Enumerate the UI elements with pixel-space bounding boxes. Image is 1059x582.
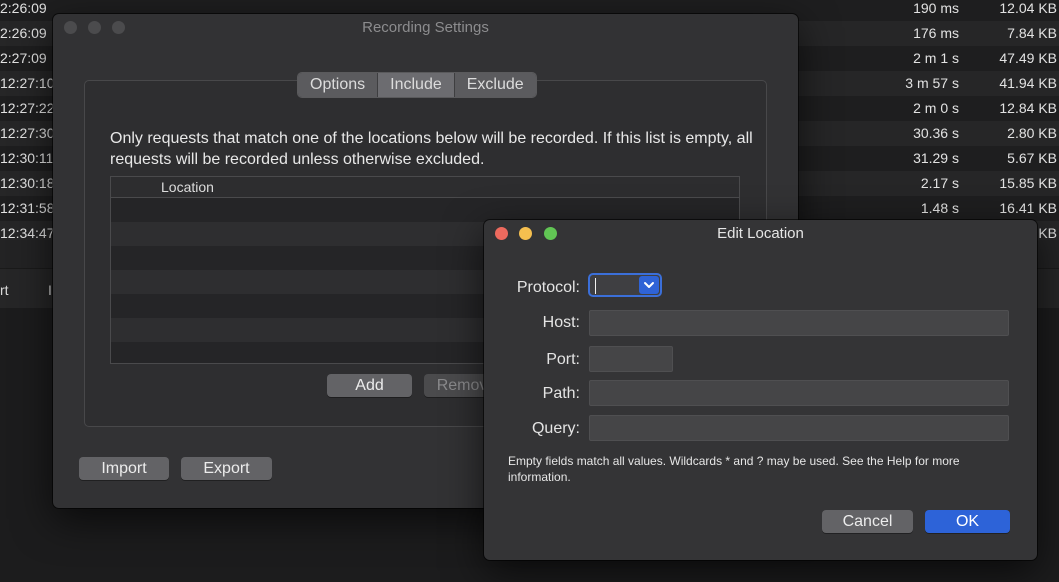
path-label: Path: — [542, 385, 580, 402]
tab-include[interactable]: Include — [377, 73, 454, 97]
request-time: 2:26:09 — [0, 0, 47, 16]
table-row[interactable] — [111, 198, 739, 222]
request-duration: 2.17 s — [920, 175, 959, 191]
request-time: 12:30:18 — [0, 175, 55, 191]
request-size: 12.84 KB — [999, 100, 1057, 116]
request-size: 5.67 KB — [1007, 150, 1057, 166]
chevron-down-icon — [644, 282, 654, 288]
title-bar: Edit Location — [484, 220, 1037, 248]
window-title: Edit Location — [717, 225, 804, 242]
request-time: 12:30:11 — [0, 150, 54, 166]
add-button[interactable]: Add — [327, 374, 412, 397]
chevron-down-icon[interactable] — [639, 276, 659, 294]
request-size: 16.41 KB — [999, 200, 1057, 216]
request-duration: 30.36 s — [913, 125, 959, 141]
query-field[interactable] — [589, 415, 1009, 441]
table-header: Location — [111, 177, 739, 198]
request-duration: 176 ms — [913, 25, 959, 41]
request-duration: 190 ms — [913, 0, 959, 16]
request-duration: 2 m 1 s — [913, 50, 959, 66]
request-duration: 31.29 s — [913, 150, 959, 166]
request-duration: 3 m 57 s — [905, 75, 959, 91]
column-header-location[interactable]: Location — [161, 179, 214, 195]
request-size: KB — [1038, 225, 1057, 240]
request-size: 15.85 KB — [999, 175, 1057, 191]
include-description: Only requests that match one of the loca… — [110, 130, 753, 168]
import-button[interactable]: Import — [79, 457, 169, 480]
detail-tab[interactable]: I — [48, 282, 52, 298]
request-time: 12:34:47 — [0, 225, 55, 240]
text-cursor — [595, 278, 596, 294]
request-size: 12.04 KB — [999, 0, 1057, 16]
settings-tabs: Options Include Exclude — [297, 72, 537, 98]
tab-exclude[interactable]: Exclude — [453, 73, 536, 97]
window-title: Recording Settings — [362, 19, 489, 36]
title-bar: Recording Settings — [53, 14, 798, 42]
request-time: 12:27:10 — [0, 75, 55, 91]
request-time: 2:26:09 — [0, 25, 47, 41]
request-time: 12:31:58 — [0, 200, 55, 216]
request-time: 2:27:09 — [0, 50, 47, 66]
request-size: 2.80 KB — [1007, 125, 1057, 141]
edit-location-window: Edit Location Protocol: Host: Port: Path… — [484, 220, 1037, 560]
ok-button[interactable]: OK — [925, 510, 1010, 533]
tab-options[interactable]: Options — [298, 73, 378, 97]
request-time: 12:27:30 — [0, 125, 55, 141]
request-time: 12:27:22 — [0, 100, 55, 116]
host-label: Host: — [542, 314, 580, 331]
export-button[interactable]: Export — [181, 457, 272, 480]
port-label: Port: — [546, 351, 580, 368]
protocol-label: Protocol: — [516, 279, 580, 296]
detail-tab[interactable]: rt — [0, 282, 9, 298]
port-field[interactable] — [589, 346, 673, 372]
protocol-select[interactable] — [588, 273, 662, 297]
path-field[interactable] — [589, 380, 1009, 406]
request-duration: 2 m 0 s — [913, 100, 959, 116]
request-duration: 1.48 s — [920, 200, 959, 216]
query-label: Query: — [531, 420, 580, 437]
request-size: 47.49 KB — [999, 50, 1057, 66]
request-size: 41.94 KB — [999, 75, 1057, 91]
request-size: 7.84 KB — [1007, 25, 1057, 41]
wildcard-hint: Empty fields match all values. Wildcards… — [508, 454, 960, 484]
host-field[interactable] — [589, 310, 1009, 336]
cancel-button[interactable]: Cancel — [822, 510, 913, 533]
